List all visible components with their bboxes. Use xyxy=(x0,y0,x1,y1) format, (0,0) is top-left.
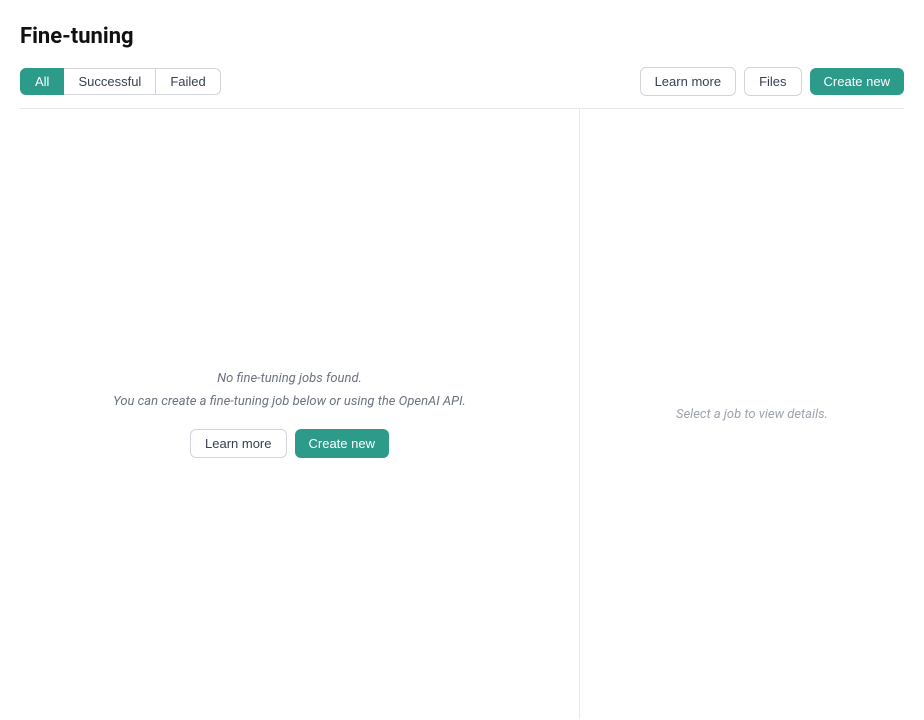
tab-failed[interactable]: Failed xyxy=(156,68,220,95)
files-button[interactable]: Files xyxy=(744,67,801,96)
left-panel: No fine-tuning jobs found. You can creat… xyxy=(0,109,580,719)
select-job-text: Select a job to view details. xyxy=(676,407,828,422)
tab-successful[interactable]: Successful xyxy=(64,68,156,95)
empty-create-new-button[interactable]: Create new xyxy=(295,429,389,458)
toolbar: All Successful Failed Learn more Files C… xyxy=(20,67,904,96)
tab-all[interactable]: All xyxy=(20,68,64,95)
page-title: Fine-tuning xyxy=(20,24,904,49)
empty-state-actions: Learn more Create new xyxy=(113,429,466,458)
empty-state-subtitle: You can create a fine-tuning job below o… xyxy=(113,394,466,409)
empty-state: No fine-tuning jobs found. You can creat… xyxy=(113,371,466,458)
empty-state-title: No fine-tuning jobs found. xyxy=(113,371,466,386)
content-area: No fine-tuning jobs found. You can creat… xyxy=(0,109,924,719)
right-actions: Learn more Files Create new xyxy=(640,67,904,96)
header-create-new-button[interactable]: Create new xyxy=(810,68,904,95)
empty-learn-more-button[interactable]: Learn more xyxy=(190,429,286,458)
header-learn-more-button[interactable]: Learn more xyxy=(640,67,736,96)
tab-group: All Successful Failed xyxy=(20,68,221,95)
page-container: Fine-tuning All Successful Failed Learn … xyxy=(0,0,924,109)
right-panel: Select a job to view details. xyxy=(580,109,924,719)
